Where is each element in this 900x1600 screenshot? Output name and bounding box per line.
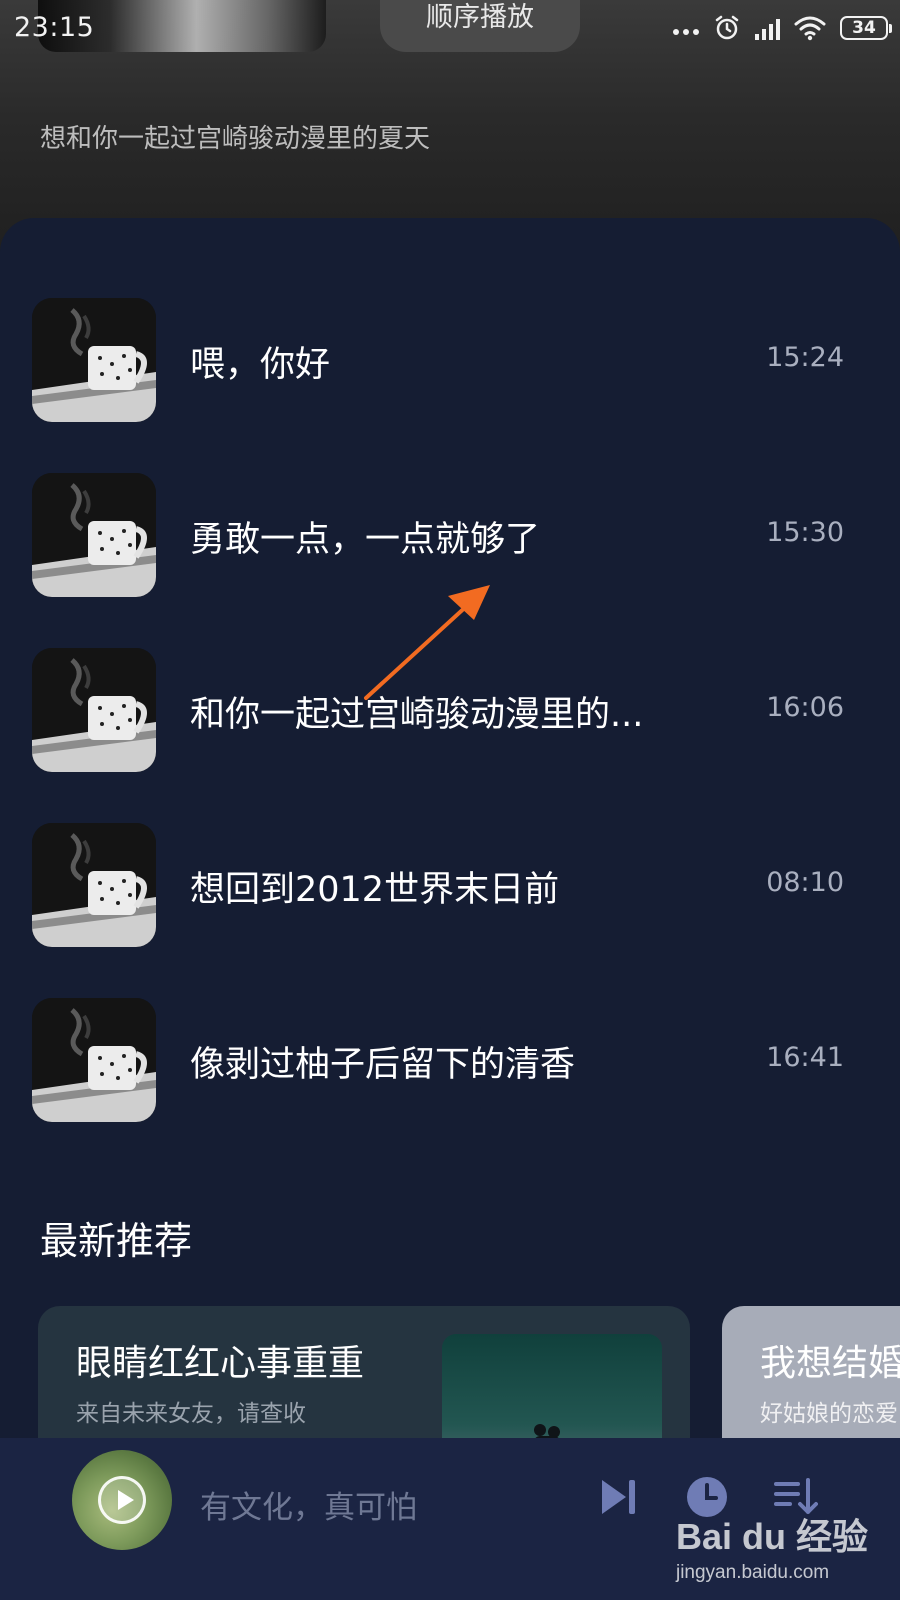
alarm-icon [715,15,739,40]
episode-duration: 08:10 [766,867,844,898]
now-playing-cover[interactable] [72,1450,172,1550]
recommend-section-title: 最新推荐 [40,1219,193,1263]
episode-duration: 16:41 [766,1042,844,1073]
recommend-card-subtitle: 好姑娘的恋爱 [760,1401,898,1427]
episode-thumbnail [32,998,156,1122]
recommend-card-image [442,1334,662,1448]
episode-panel: 喂，你好 15:24 勇敢一点，一点就够了 15:30 和你一起过宫崎骏动漫里的… [0,218,900,1448]
wifi-icon [794,16,826,41]
episode-row[interactable]: 勇敢一点，一点就够了 15:30 [0,473,900,597]
battery-icon: 34 [840,16,892,40]
battery-level: 34 [852,18,876,38]
status-time: 23:15 [14,12,95,43]
recommend-card[interactable]: 眼睛红红心事重重 来自未来女友，请查收 [38,1306,690,1448]
now-playing-title[interactable]: 有文化，真可怕 [200,1482,417,1527]
episode-duration: 15:30 [766,517,844,548]
signal-icon [755,16,780,40]
recommend-card-subtitle: 来自未来女友，请查收 [76,1401,306,1427]
recommend-card[interactable]: 我想结婚 好姑娘的恋爱 [722,1306,900,1448]
episode-row[interactable]: 喂，你好 15:24 [0,298,900,422]
episode-duration: 15:24 [766,342,844,373]
episode-thumbnail [32,473,156,597]
album-subtitle: 想和你一起过宫崎骏动漫里的夏天 [40,124,431,154]
play-mode-button[interactable]: 顺序播放 [380,0,580,52]
recommend-card-title: 眼睛红红心事重重 [76,1343,365,1384]
episode-thumbnail [32,823,156,947]
episode-title: 像剥过柚子后留下的清香 [190,1045,576,1085]
next-icon[interactable] [596,1474,642,1520]
watermark-url: jingyan.baidu.com [675,1562,830,1583]
episode-row[interactable]: 想回到2012世界末日前 08:10 [0,823,900,947]
episode-row[interactable]: 像剥过柚子后留下的清香 16:41 [0,998,900,1122]
recommend-card-title: 我想结婚 [760,1343,900,1384]
more-dots-icon [673,29,699,35]
watermark-logo: Bai du 经验 [675,1516,868,1557]
episode-title: 想回到2012世界末日前 [190,870,560,910]
baidu-jingyan-watermark: Bai du 经验 jingyan.baidu.com [676,1508,868,1584]
episode-thumbnail [32,298,156,422]
episode-title: 勇敢一点，一点就够了 [190,520,541,560]
episode-thumbnail [32,648,156,772]
episode-title: 喂，你好 [190,345,331,385]
status-icons: 34 [673,14,892,42]
episode-duration: 16:06 [766,692,844,723]
play-icon[interactable] [98,1476,146,1524]
episode-row[interactable]: 和你一起过宫崎骏动漫里的... 16:06 [0,648,900,772]
episode-title: 和你一起过宫崎骏动漫里的... [190,695,644,735]
